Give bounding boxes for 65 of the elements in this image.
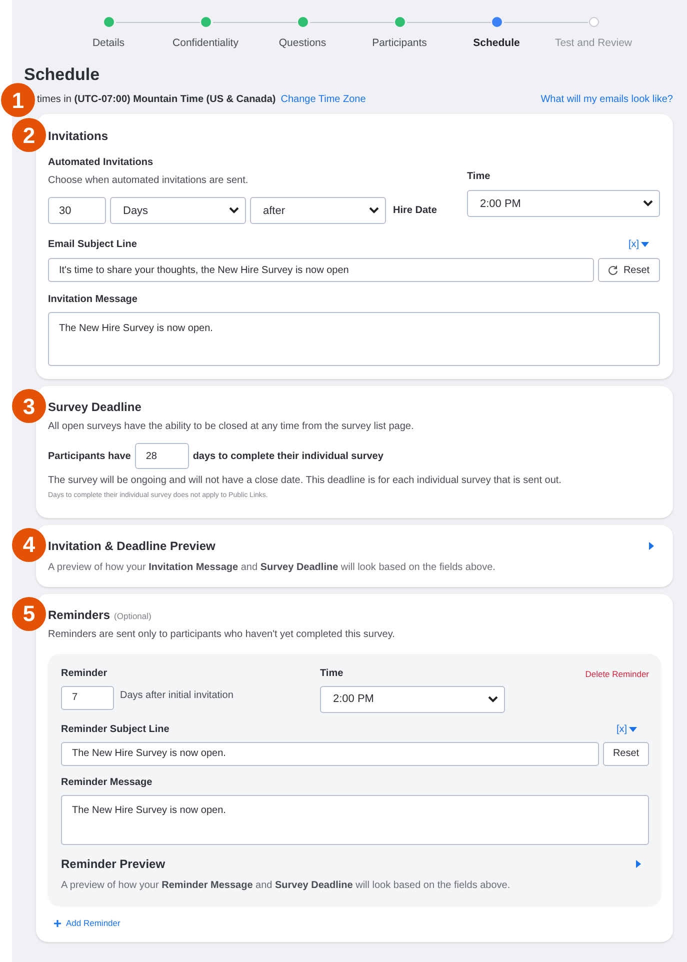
section-title: Invitation & Deadline Preview <box>48 538 216 555</box>
field-label: Reminder Message <box>61 776 154 790</box>
caret-down-icon <box>641 242 649 248</box>
callout-badge: 4 <box>12 528 46 562</box>
callout-badge: 3 <box>12 389 46 424</box>
subject-field[interactable]: It's time to share your thoughts, the New Hire Survey is now open <box>48 258 594 282</box>
reminder-days-field[interactable]: 7 <box>61 686 114 710</box>
hint-text: Choose when automated invitations are sent. <box>48 174 250 188</box>
step-label[interactable]: Confidentiality <box>172 36 238 52</box>
time-dropdown[interactable]: 2:00 PM <box>467 190 660 218</box>
delete-reminder-link[interactable]: Delete Reminder <box>585 668 649 713</box>
callout-badge: 5 <box>12 596 46 631</box>
relation-dropdown[interactable]: after <box>250 197 386 224</box>
variable-menu-button[interactable]: [x] <box>628 237 649 252</box>
field-label: Email Subject Line <box>48 238 137 252</box>
caret-right-icon[interactable] <box>636 860 641 868</box>
field-label: days to complete their individual survey <box>192 450 384 464</box>
page-title: Schedule <box>24 64 101 86</box>
field-label: Reminder <box>61 666 108 681</box>
step-label[interactable]: Questions <box>278 36 326 52</box>
chevron-down-icon <box>643 200 653 208</box>
field-label: Automated Invitations <box>48 156 154 170</box>
change-time-zone-link[interactable]: Change Time Zone <box>280 92 366 108</box>
preview-text: A preview of how your Invitation Message and Survey Deadline will look based on the fields above. <box>48 560 496 575</box>
chevron-down-icon <box>229 207 239 214</box>
field-label: Time <box>320 666 344 681</box>
note-text: The survey will be ongoing and will not have a close date. This deadline is for each individual survey that is sent out. <box>48 474 562 488</box>
hint-text: Reminders are sent only to participants who haven't yet completed this survey. <box>48 628 396 642</box>
callout-badge: 2 <box>12 118 46 152</box>
step-label[interactable]: Participants <box>372 36 427 52</box>
field-label: Invitation Message <box>48 293 138 308</box>
add-reminder-link[interactable]: Add Reminder <box>54 916 661 930</box>
caret-right-icon[interactable] <box>649 542 654 550</box>
section-title: Invitations <box>48 128 110 146</box>
caret-down-icon <box>629 726 637 732</box>
optional-label: (Optional) <box>114 610 152 622</box>
section-title: Reminders <box>48 606 110 624</box>
message-field[interactable]: The New Hire Survey is now open. <box>48 312 660 366</box>
anchor-label: Hire Date <box>393 204 437 218</box>
refresh-icon <box>608 265 618 276</box>
unit-dropdown[interactable]: Days <box>110 197 246 224</box>
days-field[interactable]: 28 <box>134 443 189 470</box>
reminder-message-field[interactable]: The New Hire Survey is now open. <box>61 794 649 845</box>
field-label: Time <box>467 170 492 184</box>
days-text: Days after initial invitation <box>120 688 234 703</box>
field-label: Reminder Subject Line <box>61 722 170 737</box>
step-label[interactable]: Details <box>92 36 125 52</box>
step-label[interactable]: Schedule <box>473 36 520 52</box>
chevron-down-icon <box>488 696 498 703</box>
callout-badge: 1 <box>1 83 35 118</box>
amount-field[interactable]: 30 <box>48 197 106 224</box>
reset-button[interactable]: Reset <box>603 742 649 766</box>
variable-menu-button[interactable]: [x] <box>616 722 637 737</box>
chevron-down-icon <box>369 207 379 214</box>
reminder-preview-title: Reminder Preview <box>61 856 166 873</box>
plus-icon <box>54 920 61 927</box>
preview-text: A preview of how your Reminder Message and Survey Deadline will look based on the fields above. <box>61 878 512 893</box>
field-label: Participants have <box>48 450 131 464</box>
reset-button[interactable]: Reset <box>598 258 660 282</box>
email-preview-link[interactable]: What will my emails look like? <box>540 92 673 108</box>
timezone-text: times in (UTC-07:00) Mountain Time (US & Canada) <box>37 93 276 108</box>
section-title: Survey Deadline <box>48 399 142 416</box>
reminder-subject-field[interactable]: The New Hire Survey is now open. <box>61 742 599 766</box>
hint-text: All open surveys have the ability to be closed at any time from the survey list page. <box>48 420 415 434</box>
time-dropdown[interactable]: 2:00 PM <box>320 686 505 713</box>
